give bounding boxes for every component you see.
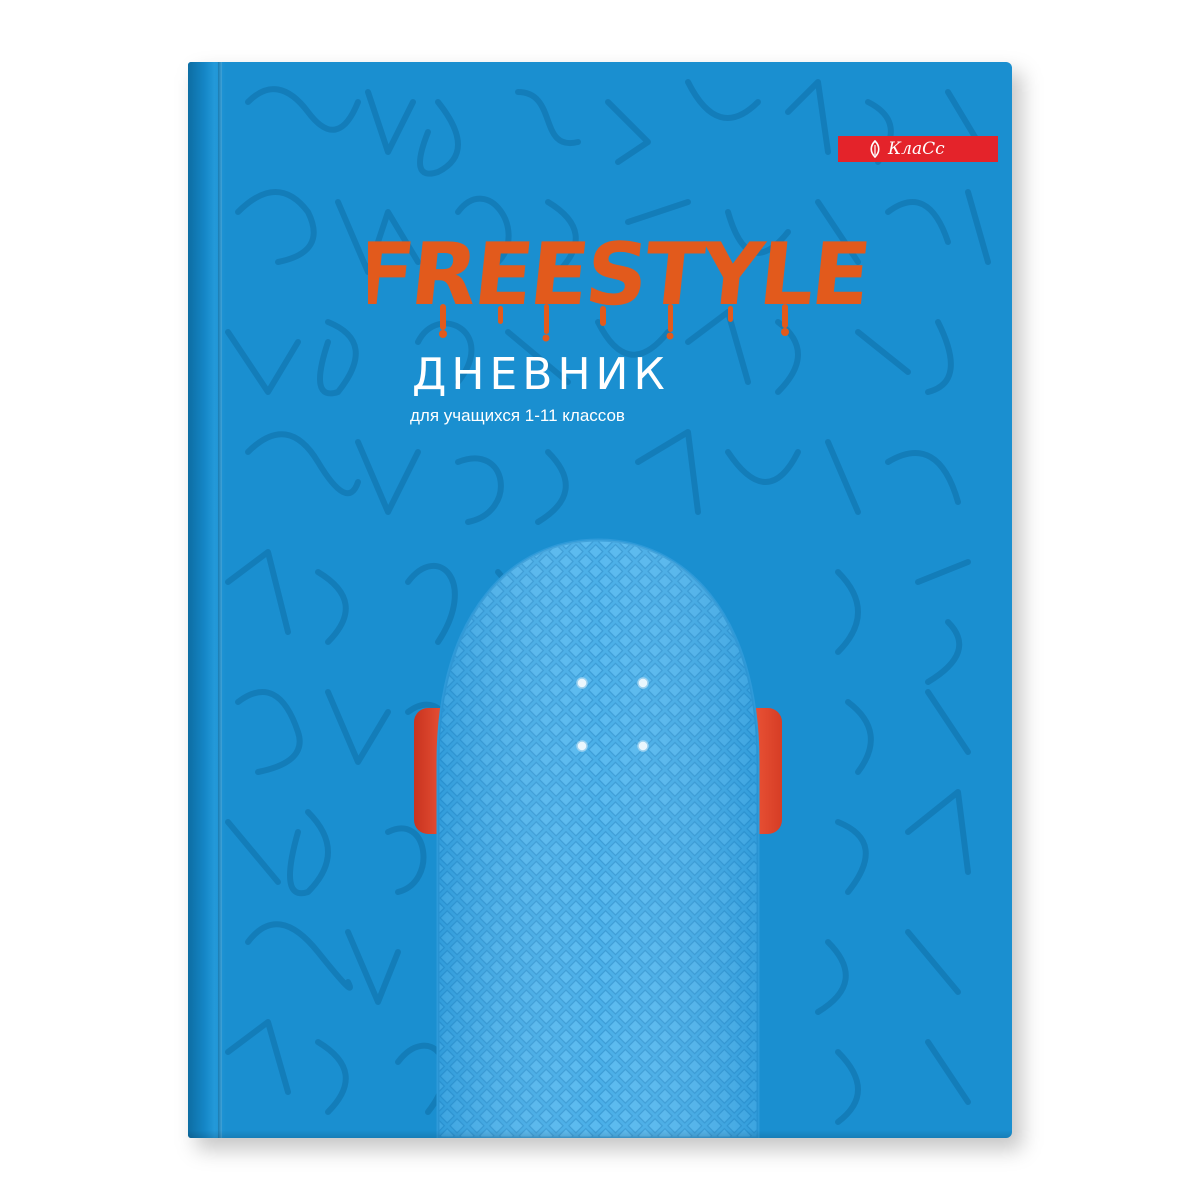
skateboard-illustration — [414, 538, 782, 1138]
diary-subtitle: для учащихся 1-11 классов — [410, 406, 625, 425]
diary-cover: КлаСс FREESTYLE ДНЕВНИК для учащихся 1-1… — [188, 62, 1012, 1138]
cover-bottom-edge — [188, 1130, 1012, 1138]
freestyle-logo: FREESTYLE — [368, 225, 868, 342]
diary-title: ДНЕВНИК — [412, 349, 670, 400]
brand-name: КлаСс — [888, 139, 945, 159]
brand-leaf-icon — [870, 140, 880, 158]
brand-tag: КлаСс — [838, 136, 998, 162]
